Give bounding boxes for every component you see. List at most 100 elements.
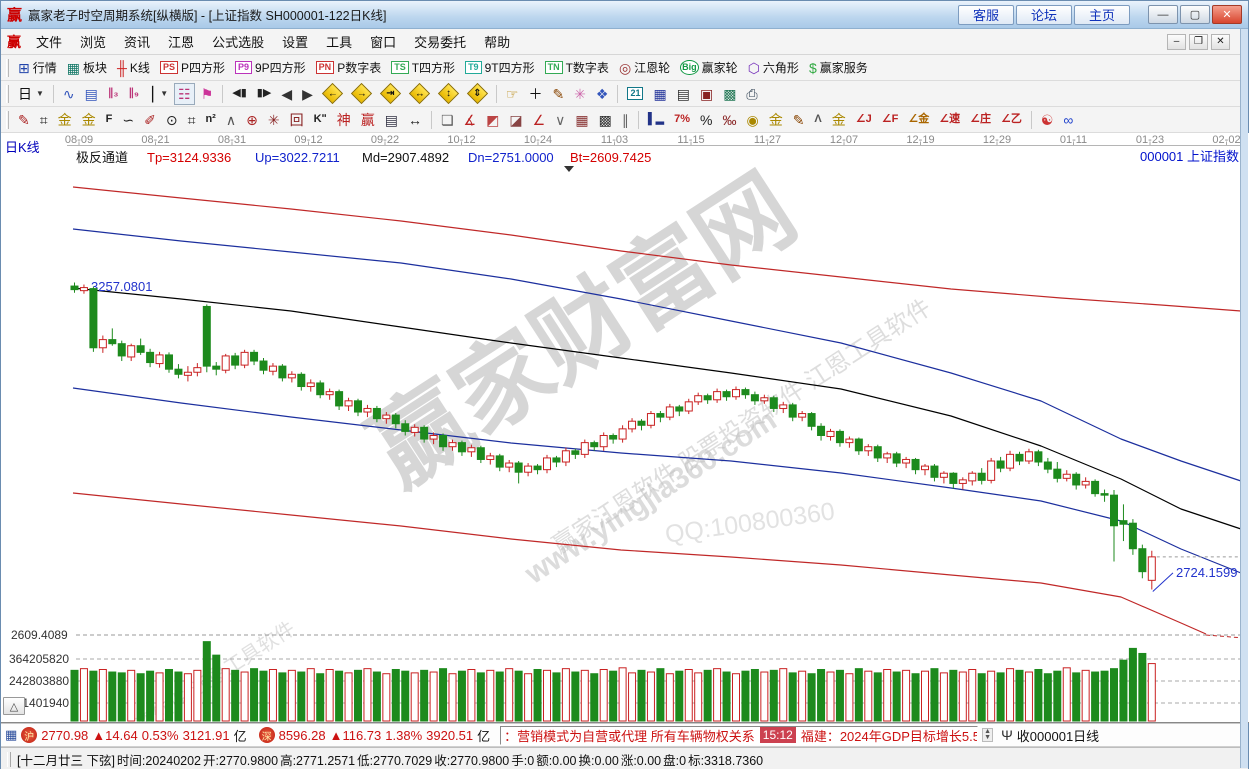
parallel-lines-tool[interactable]: ∥	[618, 109, 633, 131]
square-spiral-tool[interactable]: 回	[286, 109, 308, 131]
news-ticker[interactable]: ：营销模式为自营或代理 所有车辆物权关系 15:12 福建：2024年GDP目标…	[500, 726, 978, 745]
ticker-headline-2[interactable]: 福建：2024年GDP目标增长5.5%左右	[801, 726, 978, 745]
golden-line-tool[interactable]: 金	[765, 109, 787, 131]
percent-tool[interactable]: %	[696, 109, 716, 131]
menu-gann[interactable]: 江恩	[159, 33, 203, 52]
toolbar-grip[interactable]	[6, 85, 9, 103]
annotate-tool[interactable]: ✎	[548, 83, 568, 105]
homepage-button[interactable]: 主页	[1074, 5, 1130, 25]
save-tool[interactable]: ▣	[696, 83, 717, 105]
menu-browse[interactable]: 浏览	[71, 33, 115, 52]
9p-square-button[interactable]: P99P四方形	[231, 57, 310, 79]
price-bars-tool[interactable]: ▌▂	[644, 109, 668, 131]
menu-news[interactable]: 资讯	[115, 33, 159, 52]
ticker-scroll-spinner[interactable]: ▲▼	[982, 728, 993, 742]
bars-3-tool[interactable]: ∥₃	[104, 83, 123, 105]
calculator-tool[interactable]: ▦	[649, 83, 670, 105]
grid-tool[interactable]: ⌗	[36, 109, 52, 131]
gann-line-tool[interactable]: ✎	[14, 109, 34, 131]
a-angle-tool[interactable]: Λ	[810, 109, 825, 131]
menu-settings[interactable]: 设置	[273, 33, 317, 52]
volume-toggle-button[interactable]: △	[3, 697, 25, 715]
9t-square-button[interactable]: T99T四方形	[461, 57, 539, 79]
info-view-tool[interactable]: ▤	[81, 83, 102, 105]
shift-left-button[interactable]: ←	[319, 83, 346, 105]
dense-grid-tool[interactable]: ▩	[595, 109, 616, 131]
v-lines-tool[interactable]: ∨	[551, 109, 569, 131]
color-chart-tool[interactable]: ⚑	[197, 83, 218, 105]
banker-angle-tool[interactable]: ∠庄	[966, 109, 995, 131]
ruler-123-tool[interactable]: ▤	[381, 109, 402, 131]
gann-star-tool[interactable]: ✳	[264, 109, 284, 131]
prev-bar-button[interactable]: ◀	[277, 83, 296, 105]
draw-arrow-tool[interactable]: ✎	[789, 109, 809, 131]
indicator-dropdown-arrow[interactable]	[564, 166, 574, 172]
print-tool[interactable]: ⎙	[742, 83, 761, 105]
permille-tool[interactable]: ‰	[718, 109, 740, 131]
mdi-minimize-button[interactable]: –	[1167, 34, 1186, 50]
width-measure-tool[interactable]: ↔	[404, 109, 426, 131]
angle-lines-tool[interactable]: ∧	[222, 109, 240, 131]
pattern-brain-tool[interactable]: ❖	[592, 83, 613, 105]
ticker-headline-1[interactable]: ：营销模式为自营或代理 所有车辆物权关系	[504, 726, 755, 745]
yi-angle-tool[interactable]: ∠乙	[997, 109, 1026, 131]
angle-fan-tool[interactable]: ∠	[529, 109, 550, 131]
kline-chart[interactable]: 赢家财富网赢家江恩软件 股票投资软件 江恩工具软件www.yingjia360.…	[1, 133, 1249, 723]
menu-formula-picker[interactable]: 公式选股	[203, 33, 273, 52]
t-square-button[interactable]: TST四方形	[387, 57, 459, 79]
gann-wheel-button[interactable]: ◎江恩轮	[615, 57, 674, 79]
menu-trade[interactable]: 交易委托	[405, 33, 475, 52]
candle-style-selector[interactable]: ⎮▼	[145, 83, 172, 105]
minimize-button[interactable]: —	[1148, 5, 1178, 24]
box-region-tool[interactable]: ❏	[437, 109, 458, 131]
market-grid-icon[interactable]: ▦	[5, 727, 17, 743]
close-button[interactable]: ✕	[1212, 5, 1242, 24]
trend-window-tool[interactable]: ∿	[59, 83, 79, 105]
f-angle-tool[interactable]: ∠F	[878, 109, 903, 131]
menu-tools[interactable]: 工具	[317, 33, 361, 52]
t-table-button[interactable]: TNT数字表	[541, 57, 613, 79]
pattern-window-tool[interactable]: ☷	[174, 83, 195, 105]
crosshair-tool[interactable]: ＋	[524, 83, 546, 105]
next-bar-button[interactable]: ▶	[298, 83, 317, 105]
percent-7-tool[interactable]: 7%	[670, 109, 694, 131]
spiral-tool[interactable]: ∽	[118, 109, 138, 131]
menu-help[interactable]: 帮助	[475, 33, 519, 52]
compress-h-button[interactable]: ⇥	[377, 83, 404, 105]
snapshot-tool[interactable]: ▩	[719, 83, 740, 105]
mdi-close-button[interactable]: ✕	[1211, 34, 1230, 50]
infinity-tool[interactable]: ∞	[1059, 109, 1077, 131]
speed-angle-tool[interactable]: ∠速	[935, 109, 964, 131]
pencil-ruler-tool[interactable]: ✐	[140, 109, 160, 131]
compress-v-button[interactable]: ↕	[435, 83, 462, 105]
gann-circle-tool[interactable]: ⊕	[242, 109, 262, 131]
period-day-selector[interactable]: 日▼	[14, 83, 48, 105]
calendar-tool[interactable]: 21	[623, 83, 647, 105]
stamp-tool[interactable]: ✳	[570, 83, 590, 105]
candle-style-selector-dropdown-arrow[interactable]: ▼	[160, 89, 168, 98]
forum-button[interactable]: 论坛	[1016, 5, 1072, 25]
fine-grid-tool[interactable]: ▦	[571, 109, 592, 131]
window-right-scrollbar[interactable]	[1240, 29, 1248, 768]
sectors-button[interactable]: ▦板块	[63, 57, 111, 79]
fibonacci-tool[interactable]: F	[102, 109, 117, 131]
menu-window[interactable]: 窗口	[361, 33, 405, 52]
pan-hand-tool[interactable]: ☞	[502, 83, 523, 105]
kline-button[interactable]: ╫K线	[113, 57, 154, 79]
mdi-restore-button[interactable]: ❐	[1189, 34, 1208, 50]
p-table-button[interactable]: PNP数字表	[312, 57, 386, 79]
last-bar-button[interactable]: ▮▶	[253, 83, 276, 105]
ying-grid-tool[interactable]: 赢	[357, 109, 379, 131]
gold-angle-tool[interactable]: ∠金	[904, 109, 933, 131]
menu-file[interactable]: 文件	[27, 33, 71, 52]
quotes-button[interactable]: ⊞行情	[14, 57, 61, 79]
fan-box-tool[interactable]: ◩	[482, 109, 503, 131]
k-note-tool[interactable]: Kʺ	[310, 109, 331, 131]
hexagon-button[interactable]: ⬡六角形	[744, 57, 803, 79]
notes-tool[interactable]: ▤	[673, 83, 694, 105]
fan-lines-tool[interactable]: ∡	[460, 109, 481, 131]
golden-section-tool[interactable]: 金	[828, 109, 850, 131]
shift-right-button[interactable]: →	[348, 83, 375, 105]
expand-v-button[interactable]: ⇕	[464, 83, 491, 105]
taiji-tool[interactable]: ☯	[1037, 109, 1058, 131]
